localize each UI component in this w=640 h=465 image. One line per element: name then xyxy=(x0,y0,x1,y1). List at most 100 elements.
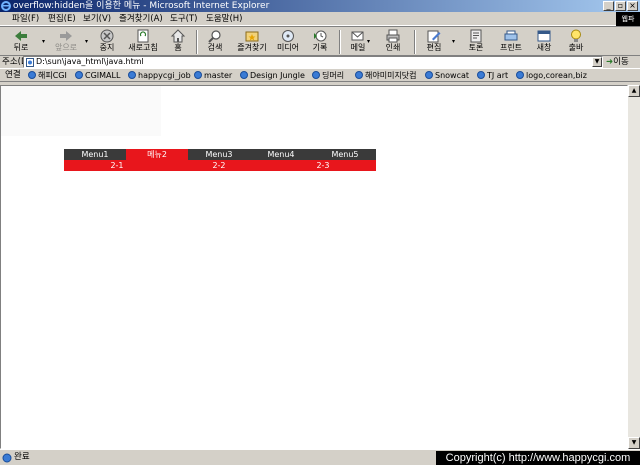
forward-dropdown-icon[interactable]: ▾ xyxy=(85,38,88,45)
close-button[interactable]: × xyxy=(627,1,638,11)
menu-file[interactable]: 파일(F) xyxy=(12,13,39,25)
toolbar: 뒤로 ▾ 앞으로 ▾ 중지 새로고침 홈 검색 즐겨찾기 미디어 기록 메일 ▾… xyxy=(0,26,640,56)
link-ie-icon xyxy=(28,71,36,79)
printer-link-button[interactable]: 프린트 xyxy=(494,29,528,55)
menu-view[interactable]: 보기(V) xyxy=(83,13,111,25)
edit-dropdown-icon[interactable]: ▾ xyxy=(452,38,455,45)
printer-link-label: 프린트 xyxy=(499,43,523,52)
light-label: 출바 xyxy=(568,43,584,52)
maximize-button[interactable]: ▫ xyxy=(615,1,626,11)
mail-dropdown-icon[interactable]: ▾ xyxy=(367,38,370,45)
lightbulb-icon xyxy=(571,29,581,42)
forward-label: 앞으로 xyxy=(54,43,78,52)
toolbar-separator xyxy=(196,30,198,54)
link-item[interactable]: 딩머리 xyxy=(312,70,344,82)
history-icon xyxy=(314,30,327,42)
edit-label: 편집 xyxy=(426,43,442,52)
favorites-label: 즐겨찾기 xyxy=(237,43,267,52)
toolbar-separator xyxy=(414,30,416,54)
discuss-label: 토론 xyxy=(468,43,484,52)
menu-favorites[interactable]: 즐겨찾기(A) xyxy=(119,13,163,25)
home-label: 홈 xyxy=(174,43,182,52)
discuss-icon xyxy=(470,29,482,43)
vertical-scrollbar[interactable]: ▲ ▼ xyxy=(628,85,640,449)
forward-button[interactable]: 앞으로 xyxy=(50,29,82,55)
menu-edit[interactable]: 편집(E) xyxy=(48,13,76,25)
new-window-icon xyxy=(537,30,551,42)
back-button[interactable]: 뒤로 xyxy=(6,29,36,55)
link-ie-icon xyxy=(194,71,202,79)
menu-sub-item-3[interactable]: 2-3 xyxy=(292,160,354,171)
edit-button[interactable]: 편집 xyxy=(420,29,448,55)
new-window-label: 새창 xyxy=(536,43,552,52)
scroll-up-icon[interactable]: ▲ xyxy=(628,85,640,97)
menu-top-item-1[interactable]: Menu1 xyxy=(64,149,126,160)
link-item[interactable]: Design Jungle xyxy=(240,70,305,82)
media-icon xyxy=(282,30,294,42)
link-item[interactable]: CGIMALL xyxy=(75,70,120,82)
link-ie-icon xyxy=(75,71,83,79)
stop-button[interactable]: 중지 xyxy=(93,29,121,55)
search-button[interactable]: 검색 xyxy=(201,29,229,55)
menu-help[interactable]: 도움말(H) xyxy=(206,13,242,25)
favorites-button[interactable]: 즐겨찾기 xyxy=(232,29,272,55)
refresh-label: 새로고침 xyxy=(128,43,158,52)
link-ie-icon xyxy=(516,71,524,79)
link-item[interactable]: TJ art xyxy=(477,70,508,82)
back-dropdown-icon[interactable]: ▾ xyxy=(42,38,45,45)
status-page-icon xyxy=(2,453,12,463)
minimize-button[interactable]: _ xyxy=(603,1,614,11)
address-text: D:\sun\java_html\java.html xyxy=(36,57,144,66)
history-button[interactable]: 기록 xyxy=(306,29,334,55)
link-ie-icon xyxy=(477,71,485,79)
links-label: 연결 xyxy=(5,70,21,80)
address-dropdown-icon[interactable]: ▼ xyxy=(592,57,602,67)
media-button[interactable]: 미디어 xyxy=(274,29,302,55)
link-item[interactable]: logo,corean,biz xyxy=(516,70,587,82)
search-label: 검색 xyxy=(207,43,223,52)
search-icon xyxy=(208,30,221,43)
link-item[interactable]: Snowcat xyxy=(425,70,469,82)
home-button[interactable]: 홈 xyxy=(165,29,191,55)
stop-icon xyxy=(100,29,114,43)
favorites-icon xyxy=(245,31,259,42)
back-label: 뒤로 xyxy=(13,43,29,52)
print-button[interactable]: 인쇄 xyxy=(378,29,408,55)
status-bar: 완료 Copyright(c) http://www.happycgi.com xyxy=(0,449,640,465)
address-input[interactable]: D:\sun\java_html\java.html ▼ xyxy=(23,56,603,68)
copyright-banner: Copyright(c) http://www.happycgi.com xyxy=(436,451,640,465)
menu-top-item-2[interactable]: 메뉴2 xyxy=(126,149,188,160)
print-label: 인쇄 xyxy=(385,43,401,52)
printer-link-icon xyxy=(504,30,518,41)
new-window-button[interactable]: 새창 xyxy=(530,29,558,55)
forward-arrow-icon xyxy=(60,31,72,41)
menu-top-row: Menu1 메뉴2 Menu3 Menu4 Menu5 xyxy=(64,149,376,160)
back-arrow-icon xyxy=(15,31,27,41)
menu-top-item-4[interactable]: Menu4 xyxy=(250,149,312,160)
media-label: 미디어 xyxy=(276,43,300,52)
light-button[interactable]: 출바 xyxy=(562,29,590,55)
mail-icon xyxy=(351,31,364,41)
history-label: 기록 xyxy=(312,43,328,52)
link-item[interactable]: 해피CGI xyxy=(28,70,67,82)
link-ie-icon xyxy=(128,71,136,79)
link-item[interactable]: 해야미미지닷컴 xyxy=(355,70,417,82)
menu-bar: 파일(F) 편집(E) 보기(V) 즐겨찾기(A) 도구(T) 도움말(H) 웹… xyxy=(0,12,640,26)
edit-icon xyxy=(427,30,441,43)
scroll-down-icon[interactable]: ▼ xyxy=(628,437,640,449)
refresh-button[interactable]: 새로고침 xyxy=(124,29,162,55)
menu-sub-item-2[interactable]: 2-2 xyxy=(188,160,250,171)
link-item[interactable]: happycgi_job xyxy=(128,70,191,82)
go-button[interactable]: ➜이동 xyxy=(606,56,629,68)
ie-logo-icon xyxy=(1,1,11,11)
link-item[interactable]: master xyxy=(194,70,232,82)
menu-tools[interactable]: 도구(T) xyxy=(170,13,197,25)
menu-top-item-3[interactable]: Menu3 xyxy=(188,149,250,160)
go-label: 이동 xyxy=(613,57,629,67)
discuss-button[interactable]: 토론 xyxy=(462,29,490,55)
menu-sub-item-1[interactable]: 2-1 xyxy=(86,160,148,171)
content-shade xyxy=(1,86,161,136)
menu-top-item-5[interactable]: Menu5 xyxy=(314,149,376,160)
menu-sub-row: 2-1 2-2 2-3 xyxy=(64,160,376,171)
link-ie-icon xyxy=(240,71,248,79)
